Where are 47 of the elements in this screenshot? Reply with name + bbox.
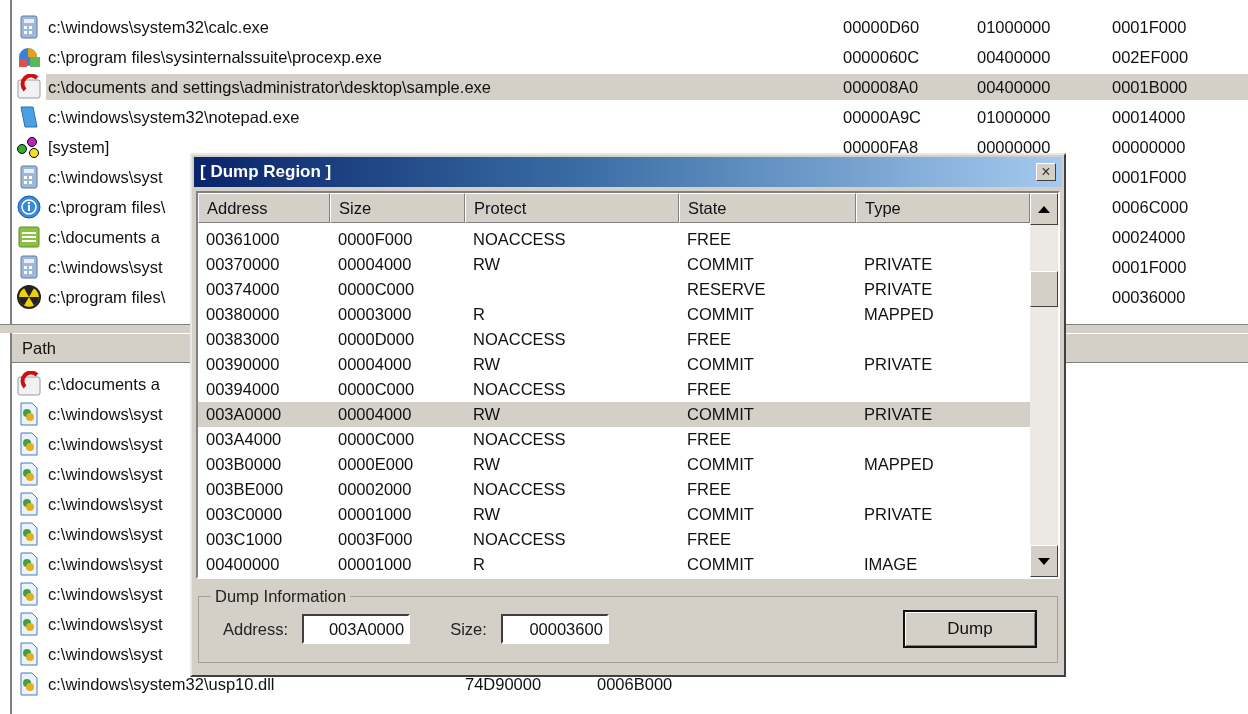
table-cell-text: 0000060C [842, 47, 920, 68]
table-cell-text: 74D90000 [464, 674, 542, 695]
table-cell-text: 01000000 [976, 17, 1051, 38]
module-path: c:\documents a [47, 374, 160, 395]
module-path: c:\windows\syst [47, 644, 163, 665]
group-title: Dump Information [214, 587, 348, 606]
address-label: Address: [223, 619, 289, 639]
table-cell-text: 01000000 [976, 107, 1051, 128]
table-cell-text: 00400000 [976, 47, 1051, 68]
table-cell-text: 0006C000 [1111, 197, 1189, 218]
table-cell-text: 00000A9C [842, 107, 921, 128]
process-path: c:\windows\system32\notepad.exe [47, 107, 300, 128]
table-cell-text: 0001F000 [1111, 17, 1187, 38]
process-path: c:\windows\syst [47, 167, 163, 188]
table-cell-text: 00036000 [1111, 287, 1186, 308]
dialog-title: [ Dump Region ] [200, 162, 332, 182]
process-path: c:\windows\syst [47, 257, 163, 278]
module-path: c:\windows\syst [47, 434, 163, 455]
table-cell-text: 0001F000 [1111, 167, 1187, 188]
table-cell-text: 002EF000 [1111, 47, 1189, 68]
table-cell-text: 00000FA8 [842, 137, 919, 158]
process-path: c:\documents a [47, 227, 160, 248]
process-path: c:\program files\ [47, 197, 166, 218]
module-path: c:\windows\syst [47, 464, 163, 485]
table-cell-text: 0001F000 [1111, 257, 1187, 278]
table-cell-text: 00024000 [1111, 227, 1186, 248]
module-path: c:\windows\syst [47, 554, 163, 575]
module-path: c:\windows\system32\usp10.dll [47, 674, 275, 695]
process-path: c:\documents and settings\administrator\desktop\sample.exe [47, 77, 491, 98]
module-path: c:\windows\syst [47, 584, 163, 605]
table-cell-text: 0006B000 [596, 674, 673, 695]
process-path: c:\program files\sysinternalssuite\procexp.exe [47, 47, 382, 68]
table-cell-text: 0001B000 [1111, 77, 1188, 98]
table-cell-text: 00000D60 [842, 17, 920, 38]
module-path: c:\windows\syst [47, 524, 163, 545]
module-path: c:\windows\syst [47, 494, 163, 515]
table-cell-text: 00000000 [1111, 137, 1186, 158]
table-cell-text: 00014000 [1111, 107, 1186, 128]
table-cell-text: 00400000 [976, 77, 1051, 98]
module-path: c:\windows\syst [47, 404, 163, 425]
process-path: c:\program files\ [47, 287, 166, 308]
process-path: c:\windows\system32\calc.exe [47, 17, 269, 38]
table-cell-text: 00000000 [976, 137, 1051, 158]
process-path: [system] [47, 137, 110, 158]
size-label: Size: [450, 619, 487, 639]
module-path: c:\windows\syst [47, 614, 163, 635]
table-cell-text: 000008A0 [842, 77, 919, 98]
